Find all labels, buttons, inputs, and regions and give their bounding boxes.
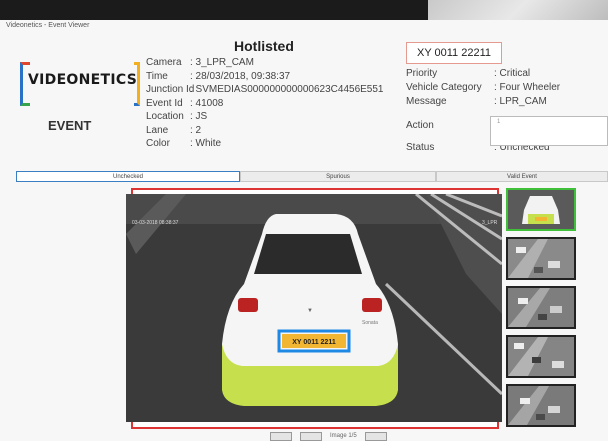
top-banner [0, 0, 608, 20]
videonetics-logo: VIDEONETICS [20, 62, 140, 106]
plate-text: XY 0011 2211 [292, 339, 336, 346]
tab-unchecked[interactable]: Unchecked [16, 171, 240, 182]
tab-spurious[interactable]: Spurious [240, 171, 436, 182]
detail-row-lane: Lane: 2 [146, 124, 202, 136]
image-camera-tag: 3_LPR [482, 220, 498, 226]
car-model-tag: Sonata [362, 320, 378, 326]
thumbnail-3[interactable] [506, 286, 576, 329]
logo-text: VIDEONETICS [28, 72, 138, 88]
page-title: Hotlisted [234, 38, 294, 54]
image-navigation: Image 1/5 [270, 432, 387, 441]
info-row-priority: Priority: Critical [406, 68, 531, 79]
detail-row-location: Location: JS [146, 111, 208, 122]
detail-row-event-id: Event Id: 41008 [146, 97, 224, 109]
event-details: Camera: 3_LPR_CAM Time: 28/03/2018, 09:3… [146, 57, 383, 152]
thumbnail-4[interactable] [506, 335, 576, 378]
action-input[interactable]: 1 [490, 116, 608, 146]
page-indicator: Image 1/5 [330, 433, 357, 439]
detail-row-time: Time: 28/03/2018, 09:38:37 [146, 70, 291, 82]
image-timestamp: 03-03-2018 08:38:37 [132, 220, 179, 226]
thumbnail-5[interactable] [506, 384, 576, 427]
prev-button[interactable] [270, 432, 292, 441]
detail-row-color: Color: White [146, 138, 222, 149]
event-label: EVENT [48, 118, 92, 133]
thumbnail-strip [506, 188, 576, 433]
detail-row-camera: Camera: 3_LPR_CAM [146, 57, 254, 68]
status-tabs: Unchecked Spurious Valid Event [16, 171, 608, 182]
pause-button[interactable] [300, 432, 322, 441]
car-emblem: ▼ [307, 308, 313, 314]
next-button[interactable] [364, 432, 387, 441]
banner-decoration [428, 0, 608, 20]
detail-row-junction: Junction Id: SVMEDIAS000000000000623C445… [146, 84, 384, 95]
thumbnail-1[interactable] [506, 188, 576, 231]
window-title: Videonetics - Event Viewer [6, 22, 90, 29]
vehicle-image[interactable]: ▼ Sonata XY 0011 2211 03-03-2018 08:38:3… [126, 194, 502, 422]
action-input-text: 1 [497, 119, 501, 125]
tab-valid-event[interactable]: Valid Event [436, 171, 608, 182]
thumbnail-2[interactable] [506, 237, 576, 280]
plate-number-box: XY 0011 22211 [406, 42, 502, 64]
info-row-message: Message: LPR_CAM [406, 96, 547, 107]
info-row-vehicle-category: Vehicle Category: Four Wheeler [406, 82, 561, 93]
